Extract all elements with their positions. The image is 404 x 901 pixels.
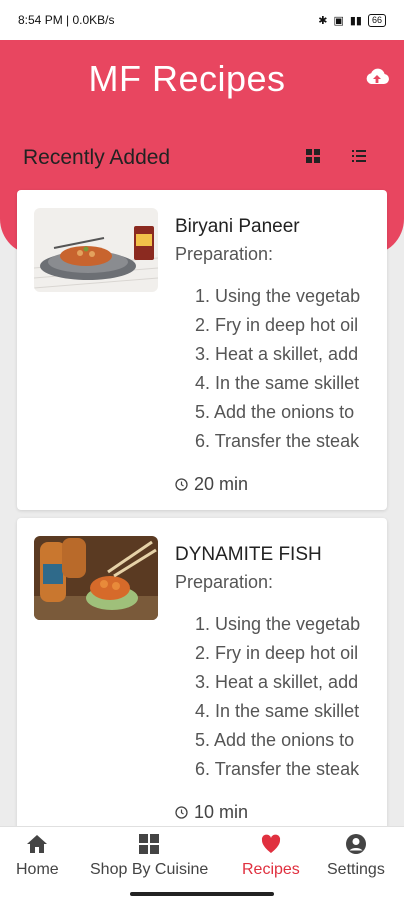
nav-label: Shop By Cuisine <box>90 861 209 878</box>
box-icon: ▣ <box>333 14 344 27</box>
step-item: 1. Using the vegetab <box>195 286 361 306</box>
grid-icon <box>139 834 160 854</box>
nav-item-settings[interactable]: Settings <box>327 833 385 879</box>
app-title: MF Recipes <box>88 58 286 99</box>
recipe-name: Biryani Paneer <box>175 216 300 237</box>
recipe-card[interactable]: Biryani Paneer Preparation: 1. Using the… <box>17 190 387 510</box>
heart-icon <box>261 834 281 853</box>
step-item: 3. Heat a skillet, add <box>195 344 359 364</box>
step-item: 5. Add the onions to <box>195 730 355 750</box>
cook-time-value: 10 min <box>194 802 249 822</box>
step-item: 6. Transfer the steak <box>195 431 360 451</box>
nav-item-shop-by-cuisine[interactable]: Shop By Cuisine <box>90 833 208 879</box>
recipe-image <box>34 536 158 620</box>
step-item: 2. Fry in deep hot oil <box>195 315 359 335</box>
person-icon <box>345 834 366 854</box>
bluetooth-icon: ✱ <box>318 14 328 27</box>
nav-item-home[interactable]: Home <box>16 833 59 879</box>
cook-time: 10 min <box>175 802 248 823</box>
grid-view-icon[interactable] <box>306 149 320 163</box>
nav-label: Home <box>16 861 59 878</box>
clock-icon <box>175 806 188 819</box>
cook-time: 20 min <box>175 474 248 495</box>
nav-label: Settings <box>327 861 385 878</box>
step-item: 4. In the same skillet <box>195 701 360 721</box>
recipe-name: DYNAMITE FISH <box>175 544 322 565</box>
step-item: 2. Fry in deep hot oil <box>195 643 359 663</box>
battery-icon: 66 <box>367 13 386 27</box>
status-time: 8:54 PM | 0.0KB/s <box>18 13 115 27</box>
preparation-label: Preparation: <box>175 572 274 592</box>
home-indicator <box>130 892 274 896</box>
signal-icon: ▮▮ <box>349 14 362 27</box>
preparation-steps: 1. Using the vegetab 2. Fry in deep hot … <box>195 612 373 786</box>
section-title: Recently Added <box>23 146 171 169</box>
preparation-steps: 1. Using the vegetab 2. Fry in deep hot … <box>195 284 373 458</box>
cloud-upload-icon[interactable] <box>364 66 390 88</box>
step-item: 3. Heat a skillet, add <box>195 672 359 692</box>
clock-icon <box>175 478 188 491</box>
step-item: 1. Using the vegetab <box>195 614 361 634</box>
list-view-icon[interactable] <box>352 150 366 162</box>
nav-item-recipes[interactable]: Recipes <box>242 833 300 879</box>
preparation-label: Preparation: <box>175 244 274 264</box>
recipe-image <box>34 208 158 292</box>
step-item: 5. Add the onions to <box>195 402 355 422</box>
recipe-card[interactable]: DYNAMITE FISH Preparation: 1. Using the … <box>17 518 387 838</box>
step-item: 6. Transfer the steak <box>195 759 360 779</box>
nav-label: Recipes <box>242 861 300 878</box>
home-icon <box>27 835 48 853</box>
status-bar: 8:54 PM | 0.0KB/s ✱ ▣ ▮▮ 66 <box>0 0 404 40</box>
cook-time-value: 20 min <box>194 474 249 494</box>
step-item: 4. In the same skillet <box>195 373 360 393</box>
bottom-navigation: Home Shop By Cuisine Recipes Settings <box>0 826 404 901</box>
status-icons: ✱ ▣ ▮▮ 66 <box>318 13 386 27</box>
